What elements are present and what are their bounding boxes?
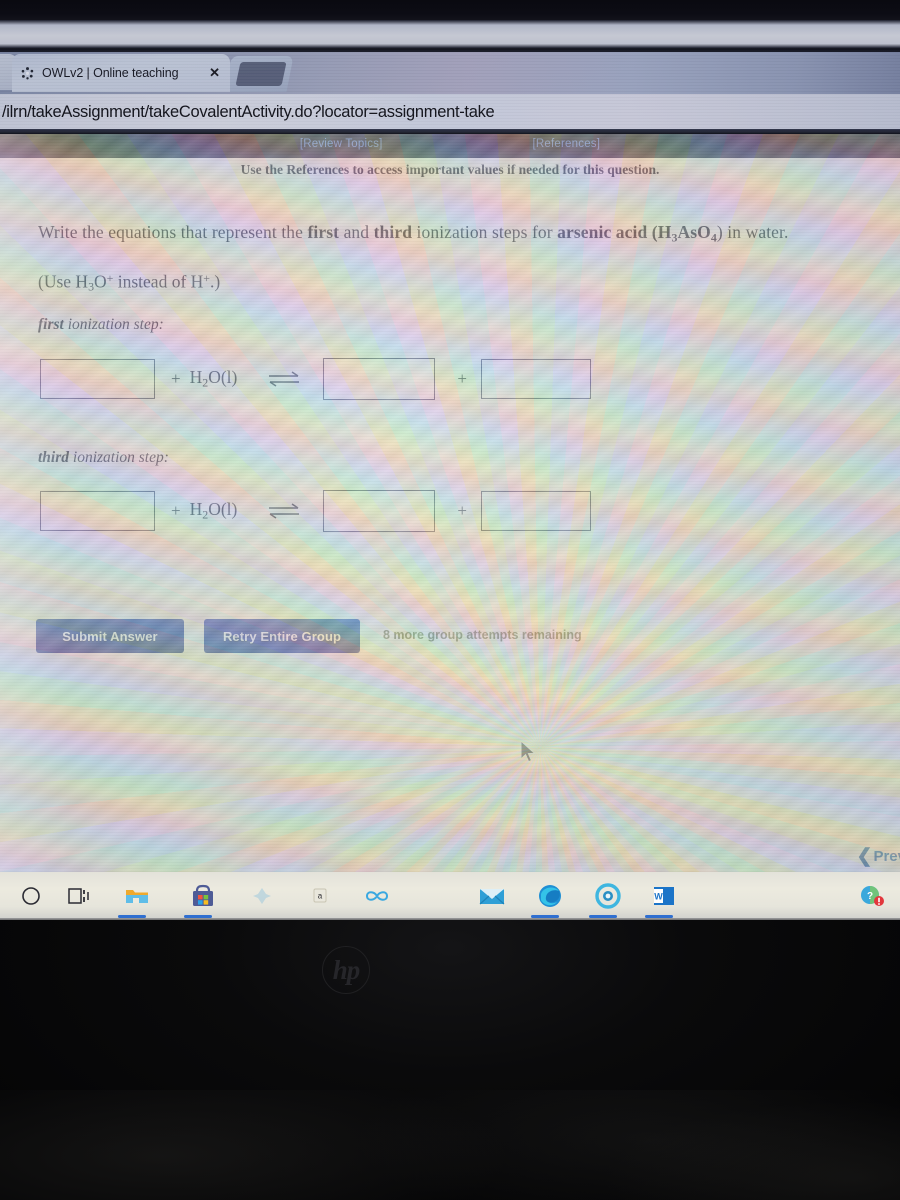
prompt-part-3: ionization steps for	[412, 222, 558, 242]
third-step-plus-2: +	[457, 501, 467, 520]
inactive-tab-thumbnail	[235, 62, 287, 86]
task-view-icon[interactable]	[62, 880, 96, 912]
third-step-water: H2O(l)	[189, 499, 238, 522]
prompt-bold-arsenic-acid: arsenic acid	[557, 222, 648, 242]
infinity-app-icon[interactable]	[360, 880, 394, 912]
first-step-product-input-1[interactable]	[323, 358, 436, 400]
file-explorer-icon[interactable]	[120, 880, 154, 912]
prompt-part-1: Write the equations that represent the	[38, 222, 308, 242]
laptop-screen-photo: OWLv2 | Online teaching ✕ /ilrn/takeAssi…	[0, 0, 900, 1200]
third-step-label: third ionization step:	[38, 449, 169, 467]
prompt-bold-third: third	[373, 222, 413, 242]
submit-answer-button[interactable]: Submit Answer	[36, 619, 184, 653]
first-step-product-input-2[interactable]	[480, 359, 591, 399]
desk-background	[0, 1090, 900, 1200]
use-note-plus-2: +	[203, 271, 211, 286]
owlv2-favicon	[20, 66, 35, 81]
svg-text:a: a	[318, 892, 323, 901]
first-step-plus-1: +	[171, 369, 181, 388]
address-bar-url: /ilrn/takeAssignment/takeCovalentActivit…	[2, 102, 495, 121]
third-step-product-input-1[interactable]	[323, 490, 436, 532]
get-help-icon[interactable]: ?	[855, 880, 889, 912]
use-note-close: .)	[210, 271, 221, 292]
photos-icon[interactable]	[245, 880, 279, 912]
mouse-cursor	[520, 739, 538, 766]
owlv2-assignment-page: [Review Topics] [References] Use the Ref…	[0, 134, 900, 920]
first-step-plus-2: +	[457, 369, 467, 388]
attempts-remaining-text: 8 more group attempts remaining	[383, 628, 582, 642]
third-step-reactant-input[interactable]	[40, 491, 155, 531]
third-step-plus-1: +	[171, 501, 181, 520]
prompt-formula-aso: AsO	[677, 222, 711, 242]
prev-navigation-button[interactable]: ❮ Prev	[857, 847, 900, 866]
third-step-equation-row: + H2O(l) +	[40, 488, 591, 534]
microsoft-word-icon[interactable]: W	[647, 880, 681, 912]
address-bar[interactable]: /ilrn/takeAssignment/takeCovalentActivit…	[0, 94, 900, 130]
svg-text:?: ?	[867, 891, 873, 902]
equilibrium-arrow	[267, 369, 301, 389]
page-top-links: [Review Topics] [References]	[0, 138, 900, 156]
review-topics-link[interactable]: [Review Topics]	[300, 138, 383, 156]
close-icon[interactable]: ✕	[207, 65, 222, 81]
chevron-left-icon: ❮	[856, 846, 873, 867]
question-prompt: Write the equations that represent the f…	[38, 222, 868, 245]
use-note-part-1: (Use H	[38, 271, 89, 292]
retry-entire-group-button[interactable]: Retry Entire Group	[204, 619, 360, 653]
amazon-icon[interactable]: a	[303, 880, 337, 912]
svg-text:W: W	[654, 892, 663, 902]
prompt-bold-first: first	[307, 222, 340, 242]
references-note: Use the References to access important v…	[240, 162, 660, 177]
prompt-part-2: and	[339, 222, 374, 242]
microsoft-edge-icon[interactable]	[533, 880, 567, 912]
references-link[interactable]: [References]	[533, 138, 601, 156]
hp-brand-logo: hp	[322, 946, 370, 994]
first-step-water: H2O(l)	[189, 367, 238, 390]
first-step-label-rest: ionization step:	[63, 316, 164, 333]
first-step-label-bold: first	[38, 316, 64, 333]
equilibrium-arrow	[267, 501, 301, 521]
browser-tab-title: OWLv2 | Online teaching	[42, 66, 179, 80]
first-step-equation-row: + H2O(l) +	[40, 356, 591, 402]
third-step-label-rest: ionization step:	[69, 449, 169, 466]
chromium-browser-icon[interactable]	[591, 880, 625, 912]
first-step-label: first ionization step:	[38, 316, 164, 334]
browser-tab-owlv2[interactable]: OWLv2 | Online teaching ✕	[12, 54, 230, 92]
prev-button-label: Prev	[873, 848, 900, 865]
use-note-o: O	[94, 271, 107, 292]
cortana-search-icon[interactable]	[14, 880, 48, 912]
question-block: Write the equations that represent the f…	[38, 222, 868, 295]
prompt-formula-open: (H	[647, 222, 672, 242]
microsoft-store-icon[interactable]	[186, 880, 220, 912]
mail-icon[interactable]	[475, 880, 509, 912]
prompt-part-6: ) in water.	[716, 222, 789, 242]
use-note-part-3: instead of H	[113, 271, 204, 292]
laptop-top-bezel	[0, 0, 900, 22]
third-step-product-input-2[interactable]	[480, 491, 591, 531]
first-step-reactant-input[interactable]	[40, 359, 155, 399]
third-step-label-bold: third	[38, 449, 70, 466]
hydronium-note: (Use H3O+ instead of H+.)	[38, 271, 868, 295]
screen-top-edge-strip	[0, 20, 900, 48]
